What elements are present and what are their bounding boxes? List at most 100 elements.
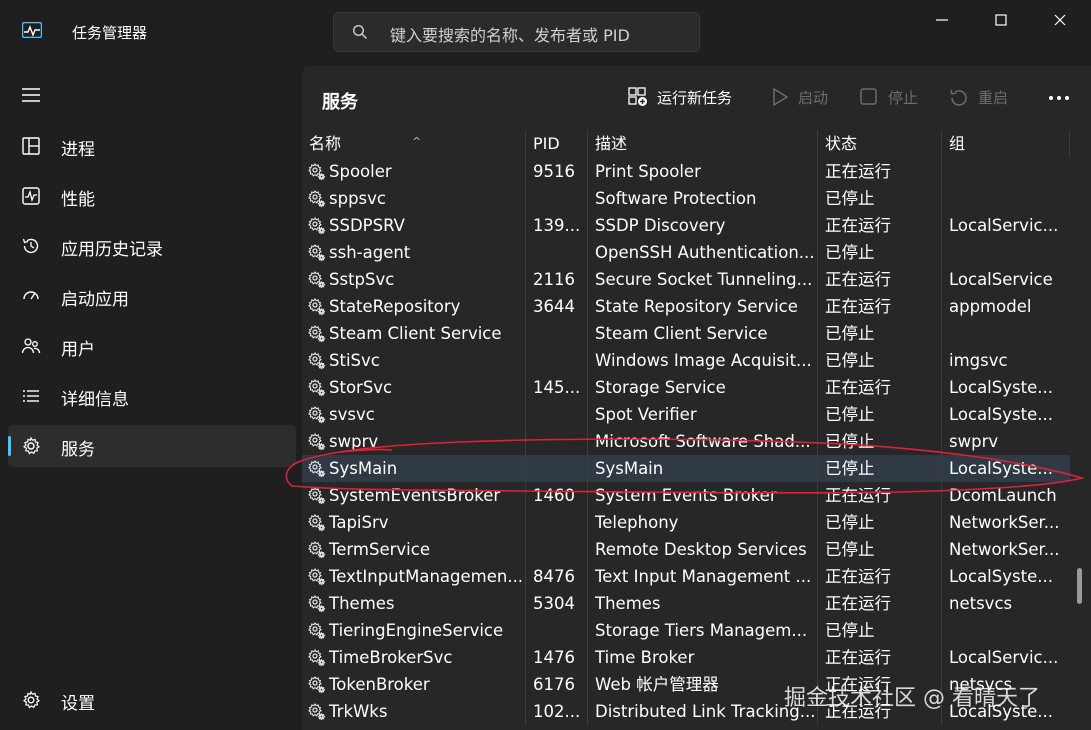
search-input[interactable]: 键入要搜索的名称、发布者或 PID — [390, 22, 630, 46]
table-row[interactable]: Themes 5304 Themes 正在运行 netsvcs — [302, 590, 1070, 617]
table-row[interactable]: Spooler 9516 Print Spooler 正在运行 — [302, 158, 1070, 185]
main-panel: 服务 运行新任务 启动 停止 重启 名称 ^ PID 描述 状态 组 Spool… — [302, 66, 1091, 730]
history-icon — [22, 238, 39, 254]
pid-cell: 9516 — [526, 158, 588, 185]
start-button[interactable]: 启动 — [770, 84, 834, 112]
table-row[interactable]: SysMain SysMain 已停止 LocalSyste... — [302, 455, 1070, 482]
service-name: StiSvc — [329, 351, 380, 370]
search-icon — [352, 24, 367, 39]
column-header-name[interactable]: 名称 ^ — [302, 130, 526, 158]
service-name-cell: StateRepository — [302, 293, 526, 320]
pid-cell — [526, 401, 588, 428]
group-cell: appmodel — [949, 297, 1032, 316]
description-cell: Steam Client Service — [588, 320, 818, 347]
app-title: 任务管理器 — [72, 24, 148, 42]
new-task-icon — [628, 87, 647, 106]
restart-label: 重启 — [978, 89, 1009, 107]
column-header-description[interactable]: 描述 — [588, 130, 818, 158]
service-name-cell: Themes — [302, 590, 526, 617]
sidebar-item-users[interactable]: 用户 — [8, 325, 296, 367]
service-gear-icon — [308, 298, 326, 316]
description-cell: SysMain — [588, 455, 818, 482]
sidebar-item-settings[interactable]: 设置 — [8, 679, 296, 721]
sidebar-item-label: 服务 — [61, 440, 95, 460]
table-row[interactable]: swprv Microsoft Software Shad... 已停止 swprv — [302, 428, 1070, 455]
table-row[interactable]: TermService Remote Desktop Services 已停止 Net… — [302, 536, 1070, 563]
sort-ascending-icon: ^ — [412, 135, 422, 148]
run-new-task-button[interactable]: 运行新任务 — [628, 84, 738, 112]
description-cell: System Events Broker — [588, 482, 818, 509]
table-row[interactable]: StorSvc 145... Storage Service 正在运行 LocalSys… — [302, 374, 1070, 401]
sidebar-item-performance[interactable]: 性能 — [8, 175, 296, 217]
service-name-cell: TokenBroker — [302, 671, 526, 698]
description-cell: Text Input Management ... — [588, 563, 818, 590]
pid-cell — [526, 185, 588, 212]
service-name-cell: SystemEventsBroker — [302, 482, 526, 509]
sidebar-item-app-history[interactable]: 应用历史记录 — [8, 225, 296, 267]
search-box[interactable]: 键入要搜索的名称、发布者或 PID — [333, 12, 700, 52]
table-row[interactable]: TimeBrokerSvc 1476 Time Broker 正在运行 LocalSer… — [302, 644, 1070, 671]
service-name: SysMain — [329, 459, 398, 478]
table-row[interactable]: Steam Client Service Steam Client Service… — [302, 320, 1070, 347]
services-icon — [22, 436, 40, 455]
sidebar-item-label: 进程 — [61, 140, 95, 160]
service-name-cell: TapiSrv — [302, 509, 526, 536]
pid-cell: 8476 — [526, 563, 588, 590]
table-row[interactable]: StiSvc Windows Image Acquisit... 已停止 imgsvc — [302, 347, 1070, 374]
maximize-button[interactable] — [978, 8, 1024, 32]
table-row[interactable]: SystemEventsBroker 1460 System Events Brok… — [302, 482, 1070, 509]
group-cell: LocalSyste... — [949, 459, 1053, 478]
table-row[interactable]: TapiSrv Telephony 已停止 NetworkSer... — [302, 509, 1070, 536]
service-gear-icon — [308, 703, 326, 721]
scrollbar-thumb[interactable] — [1077, 568, 1082, 604]
group-cell: imgsvc — [949, 351, 1008, 370]
service-name-cell: TextInputManagemen... — [302, 563, 526, 590]
table-row[interactable]: SstpSvc 2116 Secure Socket Tunneling... 正在运… — [302, 266, 1070, 293]
sidebar-item-startup-apps[interactable]: 启动应用 — [8, 275, 296, 317]
table-row[interactable]: svsvc Spot Verifier 已停止 LocalSyste... — [302, 401, 1070, 428]
status-cell: 已停止 — [818, 617, 942, 644]
column-header-pid[interactable]: PID — [526, 130, 588, 158]
close-button[interactable] — [1037, 8, 1083, 32]
table-row[interactable]: SSDPSRV 139... SSDP Discovery 正在运行 LocalServ… — [302, 212, 1070, 239]
restart-button[interactable]: 重启 — [948, 84, 1012, 112]
service-gear-icon — [308, 163, 326, 181]
service-name-cell: SstpSvc — [302, 266, 526, 293]
minimize-button[interactable] — [919, 8, 965, 32]
sidebar-item-label: 应用历史记录 — [61, 240, 163, 260]
pid-cell: 5304 — [526, 590, 588, 617]
stop-button[interactable]: 停止 — [859, 84, 923, 112]
vertical-scrollbar[interactable] — [1075, 158, 1083, 730]
service-name: StateRepository — [329, 297, 461, 316]
group-cell: LocalSyste... — [949, 567, 1053, 586]
table-row[interactable]: sppsvc Software Protection 已停止 — [302, 185, 1070, 212]
service-gear-icon — [308, 676, 326, 694]
pid-cell: 102... — [526, 698, 588, 725]
column-header-status[interactable]: 状态 — [818, 130, 942, 158]
column-header-group[interactable]: 组 — [942, 130, 1070, 158]
table-row[interactable]: ssh-agent OpenSSH Authentication... 已停止 — [302, 239, 1070, 266]
sidebar-item-services[interactable]: 服务 — [8, 425, 296, 467]
group-cell — [942, 185, 1070, 212]
sidebar-item-processes[interactable]: 进程 — [8, 125, 296, 167]
service-name-cell: TrkWks — [302, 698, 526, 725]
pid-cell — [526, 239, 588, 266]
more-options-icon[interactable] — [1047, 94, 1071, 102]
service-gear-icon — [308, 325, 326, 343]
watermark: 掘金技术社区 @ 看晴天了 — [784, 686, 1040, 711]
table-row[interactable]: StateRepository 3644 State Repository Serv… — [302, 293, 1070, 320]
group-cell — [942, 239, 1070, 266]
service-name: TermService — [329, 540, 430, 559]
sidebar-item-details[interactable]: 详细信息 — [8, 375, 296, 417]
status-cell: 已停止 — [818, 401, 942, 428]
description-cell: Windows Image Acquisit... — [588, 347, 818, 374]
service-name: TokenBroker — [329, 675, 430, 694]
group-cell: LocalService — [949, 270, 1053, 289]
hamburger-menu-icon[interactable] — [22, 88, 40, 102]
description-cell: OpenSSH Authentication... — [588, 239, 818, 266]
service-gear-icon — [308, 541, 326, 559]
service-gear-icon — [308, 244, 326, 262]
table-row[interactable]: TextInputManagemen... 8476 Text Input Mana… — [302, 563, 1070, 590]
table-row[interactable]: TieringEngineService Storage Tiers Manage… — [302, 617, 1070, 644]
service-gear-icon — [308, 487, 326, 505]
